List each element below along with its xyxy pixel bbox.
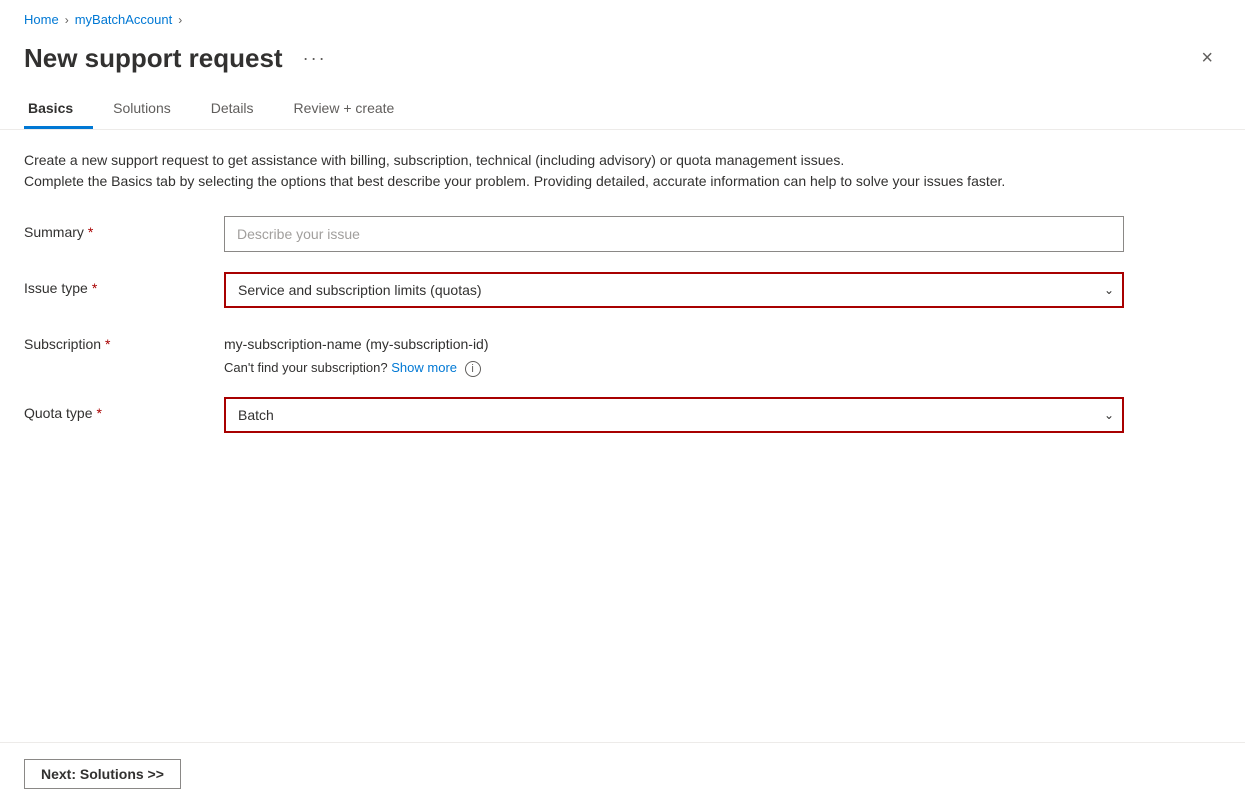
summary-label: Summary *	[24, 216, 224, 240]
breadcrumb: Home › myBatchAccount ›	[0, 0, 1245, 35]
subscription-control: my-subscription-name (my-subscription-id…	[224, 328, 1124, 377]
issue-type-required: *	[92, 280, 97, 296]
quota-type-label: Quota type *	[24, 397, 224, 421]
summary-control	[224, 216, 1124, 252]
issue-type-select[interactable]: Service and subscription limits (quotas)…	[224, 272, 1124, 308]
subscription-row: Subscription * my-subscription-name (my-…	[24, 328, 1124, 377]
subscription-sub: Can't find your subscription? Show more …	[224, 360, 1124, 377]
description-line2: Complete the Basics tab by selecting the…	[24, 171, 1124, 192]
description-line1: Create a new support request to get assi…	[24, 150, 1124, 171]
quota-type-required: *	[97, 405, 102, 421]
show-more-link[interactable]: Show more	[391, 360, 457, 375]
summary-required: *	[88, 224, 93, 240]
breadcrumb-account[interactable]: myBatchAccount	[75, 12, 173, 27]
breadcrumb-sep1: ›	[65, 13, 69, 27]
tabs-container: Basics Solutions Details Review + create	[0, 90, 1245, 130]
tab-review-create[interactable]: Review + create	[290, 90, 415, 129]
next-solutions-button[interactable]: Next: Solutions >>	[24, 759, 181, 789]
more-options-button[interactable]: ···	[295, 44, 335, 73]
main-content: Create a new support request to get assi…	[0, 150, 1245, 433]
footer: Next: Solutions >>	[0, 742, 1245, 805]
summary-input[interactable]	[224, 216, 1124, 252]
close-button[interactable]: ×	[1193, 43, 1221, 74]
description: Create a new support request to get assi…	[24, 150, 1124, 192]
tab-basics[interactable]: Basics	[24, 90, 93, 129]
breadcrumb-home[interactable]: Home	[24, 12, 59, 27]
page-title: New support request	[24, 43, 283, 74]
breadcrumb-sep2: ›	[178, 13, 182, 27]
subscription-info-icon[interactable]: i	[465, 361, 481, 377]
quota-type-select[interactable]: Batch Compute Storage	[224, 397, 1124, 433]
subscription-sub-text: Can't find your subscription?	[224, 360, 388, 375]
issue-type-row: Issue type * Service and subscription li…	[24, 272, 1124, 308]
tab-details[interactable]: Details	[207, 90, 274, 129]
summary-row: Summary *	[24, 216, 1124, 252]
issue-type-wrapper: Service and subscription limits (quotas)…	[224, 272, 1124, 308]
tab-solutions[interactable]: Solutions	[109, 90, 191, 129]
issue-type-label: Issue type *	[24, 272, 224, 296]
subscription-value: my-subscription-name (my-subscription-id…	[224, 328, 1124, 352]
issue-type-control: Service and subscription limits (quotas)…	[224, 272, 1124, 308]
subscription-label: Subscription *	[24, 328, 224, 352]
quota-type-row: Quota type * Batch Compute Storage ⌄	[24, 397, 1124, 433]
header: New support request ··· ×	[0, 35, 1245, 90]
quota-type-control: Batch Compute Storage ⌄	[224, 397, 1124, 433]
subscription-required: *	[105, 336, 110, 352]
quota-type-wrapper: Batch Compute Storage ⌄	[224, 397, 1124, 433]
